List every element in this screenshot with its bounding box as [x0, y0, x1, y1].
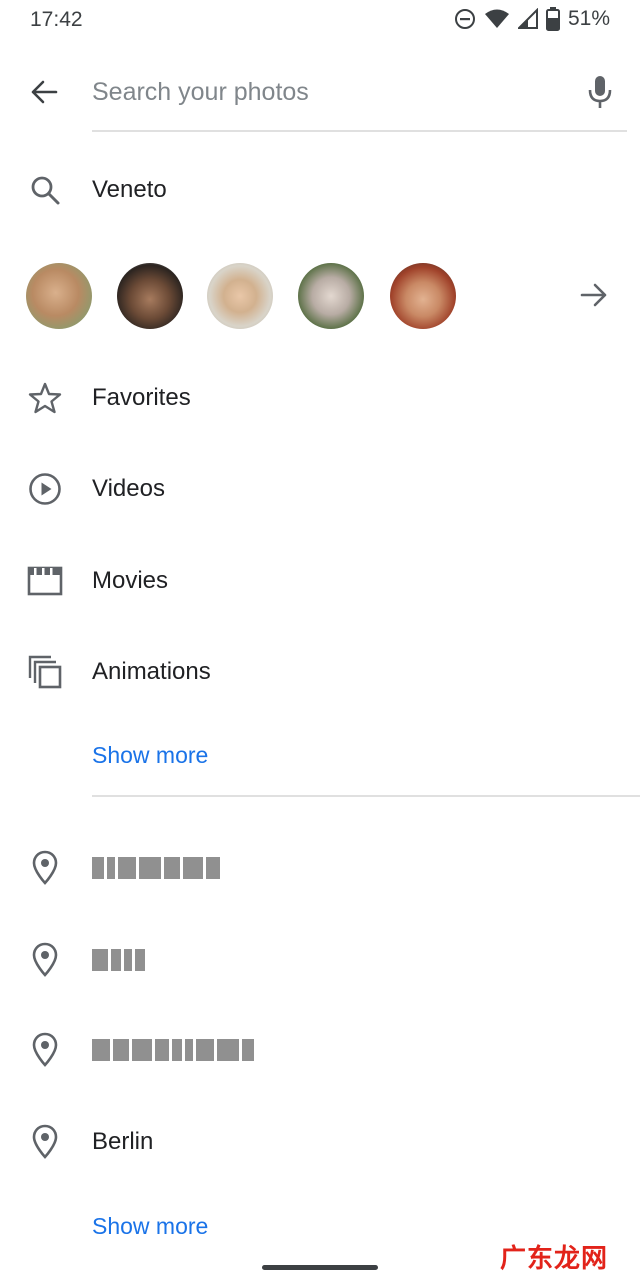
signal-icon: [517, 8, 538, 29]
category-label: Movies: [92, 567, 169, 594]
place-item[interactable]: [0, 925, 640, 995]
back-button[interactable]: [22, 70, 66, 114]
place-label: Berlin: [92, 1128, 154, 1155]
battery-icon: [545, 7, 560, 31]
arrow-right-icon: [580, 283, 607, 307]
place-item[interactable]: [0, 1015, 640, 1085]
person-avatar[interactable]: [117, 263, 183, 329]
place-label-redacted: [92, 857, 223, 879]
mic-icon: [588, 76, 612, 108]
category-movies[interactable]: Movies: [0, 546, 640, 616]
animation-icon: [24, 651, 66, 693]
people-more-button[interactable]: [572, 273, 616, 317]
voice-search-button[interactable]: [578, 70, 622, 114]
star-icon: [24, 377, 66, 419]
play-circle-icon: [24, 468, 66, 510]
search-input[interactable]: [92, 70, 562, 114]
category-videos[interactable]: Videos: [0, 454, 640, 524]
search-icon: [24, 169, 66, 211]
battery-percent: 51%: [567, 7, 610, 30]
place-label-redacted: [92, 949, 148, 971]
place-item-berlin[interactable]: Berlin: [0, 1107, 640, 1177]
search-suggestion[interactable]: Veneto: [0, 155, 640, 225]
place-pin-icon: [24, 939, 66, 981]
gesture-nav-handle[interactable]: [262, 1265, 378, 1270]
place-pin-icon: [24, 847, 66, 889]
status-bar: 17:42 51%: [0, 0, 640, 40]
places-show-more-link[interactable]: Show more: [92, 1213, 208, 1240]
category-animations[interactable]: Animations: [0, 637, 640, 707]
place-label-redacted: [92, 1039, 257, 1061]
place-item[interactable]: [0, 833, 640, 903]
suggestion-label: Veneto: [92, 176, 167, 203]
people-row: [0, 255, 640, 335]
category-favorites[interactable]: Favorites: [0, 363, 640, 433]
person-avatar[interactable]: [26, 263, 92, 329]
category-label: Animations: [92, 658, 211, 685]
header-divider: [92, 130, 627, 132]
dnd-icon: [454, 9, 475, 29]
category-label: Videos: [92, 475, 165, 502]
categories-show-more-link[interactable]: Show more: [92, 742, 208, 769]
person-avatar[interactable]: [390, 263, 456, 329]
arrow-left-icon: [31, 80, 58, 104]
status-icons: 51%: [454, 7, 610, 31]
place-pin-icon: [24, 1029, 66, 1071]
category-label: Favorites: [92, 384, 191, 411]
person-avatar[interactable]: [207, 263, 273, 329]
watermark: 广东龙网: [499, 1243, 608, 1273]
section-divider: [92, 795, 640, 797]
movie-icon: [24, 560, 66, 602]
search-header: [0, 52, 640, 132]
place-pin-icon: [24, 1121, 66, 1163]
status-time: 17:42: [30, 8, 83, 31]
person-avatar[interactable]: [298, 263, 364, 329]
wifi-icon: [484, 9, 509, 28]
